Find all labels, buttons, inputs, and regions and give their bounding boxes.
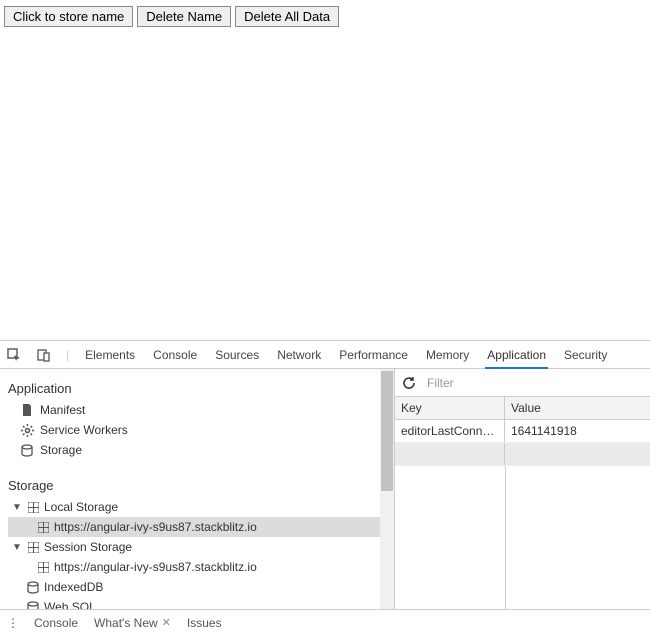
store-name-button[interactable]: Click to store name (4, 6, 133, 27)
tab-security[interactable]: Security (562, 342, 609, 367)
sidebar-item-label: Service Workers (40, 423, 128, 437)
storage-toolbar (395, 369, 650, 397)
drawer-tab-whats-new[interactable]: What's New ✕ (92, 612, 173, 634)
storage-content-panel: Key Value editorLastConnec... 1641141918 (395, 369, 650, 609)
tab-application[interactable]: Application (485, 342, 548, 369)
drawer-tab-label: What's New (94, 616, 158, 630)
filter-input[interactable] (423, 373, 644, 393)
storage-value-cell: 1641141918 (505, 420, 650, 442)
tab-sources[interactable]: Sources (213, 342, 261, 367)
devtools-panel: | Elements Console Sources Network Perfo… (0, 340, 650, 635)
sidebar-item-label: Storage (40, 443, 82, 457)
tree-node-session-storage[interactable]: ▼ Session Storage (8, 537, 394, 557)
tree-node-session-storage-origin[interactable]: https://angular-ivy-s9us87.stackblitz.io (8, 557, 394, 577)
database-icon (26, 581, 40, 594)
tab-memory[interactable]: Memory (424, 342, 471, 367)
close-icon[interactable]: ✕ (162, 616, 171, 629)
tree-node-label: Session Storage (44, 540, 132, 554)
sidebar-item-storage[interactable]: Storage (8, 440, 394, 460)
storage-row[interactable]: editorLastConnec... 1641141918 (395, 420, 650, 443)
tree-node-label: https://angular-ivy-s9us87.stackblitz.io (54, 560, 257, 574)
sidebar-item-label: Manifest (40, 403, 85, 417)
column-header-value[interactable]: Value (505, 397, 650, 419)
more-vertical-icon[interactable]: ⋮ (6, 616, 20, 630)
delete-all-button[interactable]: Delete All Data (235, 6, 339, 27)
grid-icon (26, 542, 40, 553)
tree-node-local-storage-origin[interactable]: https://angular-ivy-s9us87.stackblitz.io (8, 517, 394, 537)
tree-node-websql[interactable]: Web SQL (8, 597, 394, 609)
gear-icon (20, 423, 34, 437)
tab-performance[interactable]: Performance (337, 342, 410, 367)
sidebar-item-service-workers[interactable]: Service Workers (8, 420, 394, 440)
tree-node-label: https://angular-ivy-s9us87.stackblitz.io (54, 520, 257, 534)
column-header-key[interactable]: Key (395, 397, 505, 419)
database-icon (20, 443, 34, 457)
section-title-storage: Storage (8, 478, 394, 493)
document-icon (20, 403, 34, 417)
drawer-tab-issues[interactable]: Issues (185, 612, 224, 634)
page-content: Click to store name Delete Name Delete A… (0, 0, 650, 33)
section-title-application: Application (8, 381, 394, 396)
devtools-tab-bar: | Elements Console Sources Network Perfo… (0, 341, 650, 369)
scrollbar-thumb[interactable] (381, 371, 393, 491)
page-blank-area (0, 33, 650, 340)
sidebar-item-manifest[interactable]: Manifest (8, 400, 394, 420)
storage-key-cell: editorLastConnec... (395, 420, 505, 442)
refresh-icon[interactable] (401, 375, 417, 391)
storage-grid-body (395, 466, 650, 609)
grid-icon (26, 502, 40, 513)
grid-icon (36, 522, 50, 533)
tree-node-label: Local Storage (44, 500, 118, 514)
tab-console[interactable]: Console (151, 342, 199, 367)
sidebar-scrollbar[interactable] (380, 369, 394, 609)
tree-node-indexeddb[interactable]: IndexedDB (8, 577, 394, 597)
tree-node-local-storage[interactable]: ▼ Local Storage (8, 497, 394, 517)
storage-grid-header: Key Value (395, 397, 650, 420)
tree-node-label: IndexedDB (44, 580, 103, 594)
delete-name-button[interactable]: Delete Name (137, 6, 231, 27)
devtools-body: Application Manifest Service Workers Sto… (0, 369, 650, 609)
column-separator[interactable] (505, 466, 506, 609)
storage-row-empty[interactable] (395, 443, 650, 466)
tree-node-label: Web SQL (44, 600, 96, 609)
caret-down-icon: ▼ (12, 542, 22, 553)
drawer-tab-console[interactable]: Console (32, 612, 80, 634)
device-toolbar-icon[interactable] (36, 347, 52, 363)
database-icon (26, 601, 40, 610)
inspect-element-icon[interactable] (6, 347, 22, 363)
devtools-drawer: ⋮ Console What's New ✕ Issues (0, 609, 650, 635)
caret-down-icon: ▼ (12, 502, 22, 513)
tab-network[interactable]: Network (275, 342, 323, 367)
application-sidebar: Application Manifest Service Workers Sto… (0, 369, 395, 609)
tab-elements[interactable]: Elements (83, 342, 137, 367)
grid-icon (36, 562, 50, 573)
